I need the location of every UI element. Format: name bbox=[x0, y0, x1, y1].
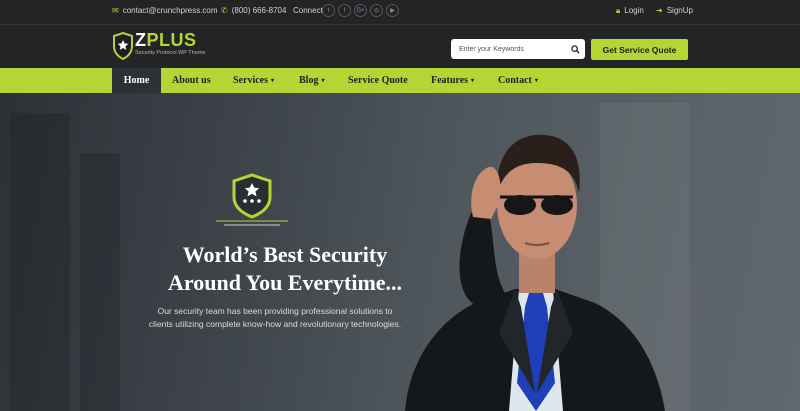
connect-text: Connect bbox=[293, 6, 323, 15]
chevron-down-icon: ▾ bbox=[321, 78, 325, 84]
search-button[interactable] bbox=[565, 39, 585, 59]
search-box bbox=[451, 39, 585, 59]
logo-z: Z bbox=[135, 30, 147, 50]
site-header: ZPLUS Security Protocol WP Theme Get Ser… bbox=[0, 24, 800, 68]
top-bar: ✉ contact@crunchpress.com ✆ (800) 666-87… bbox=[0, 0, 800, 24]
nav-label: Service Quote bbox=[348, 75, 408, 86]
nav-label: Blog bbox=[299, 75, 319, 86]
email-text: contact@crunchpress.com bbox=[122, 6, 218, 15]
login-text: Login bbox=[624, 6, 644, 15]
get-service-quote-button[interactable]: Get Service Quote bbox=[591, 39, 688, 60]
contact-phone[interactable]: ✆ (800) 666-8704 bbox=[221, 6, 286, 15]
security-guard-image bbox=[405, 134, 665, 411]
phone-icon: ✆ bbox=[221, 5, 228, 15]
logo-tagline: Security Protocol WP Theme bbox=[135, 50, 206, 56]
nav-item-features[interactable]: Features ▾ bbox=[431, 68, 474, 93]
search-input[interactable] bbox=[451, 39, 565, 59]
google-plus-icon[interactable]: G+ bbox=[354, 4, 367, 17]
nav-label: Services bbox=[233, 75, 268, 86]
logo-plus: PLUS bbox=[146, 30, 197, 50]
nav-item-service-quote[interactable]: Service Quote bbox=[348, 68, 408, 93]
nav-item-about-us[interactable]: About us bbox=[172, 68, 211, 93]
hero-banner: World’s Best Security Around You Everyti… bbox=[0, 93, 800, 411]
connect-label: Connect bbox=[293, 6, 323, 15]
nav-item-blog[interactable]: Blog ▾ bbox=[299, 68, 324, 93]
logo-wordmark[interactable]: ZPLUS bbox=[135, 30, 197, 51]
nav-label: Contact bbox=[498, 75, 532, 86]
signup-link[interactable]: ➜ SignUp bbox=[656, 6, 693, 15]
hero-subtitle: Our security team has been providing pro… bbox=[130, 305, 420, 331]
instagram-icon[interactable]: ◎ bbox=[370, 4, 383, 17]
signup-text: SignUp bbox=[666, 6, 693, 15]
youtube-icon[interactable]: ▶ bbox=[386, 4, 399, 17]
contact-email[interactable]: ✉ contact@crunchpress.com bbox=[112, 6, 218, 15]
nav-label: Features bbox=[431, 75, 469, 86]
twitter-icon[interactable]: t bbox=[322, 4, 335, 17]
shield-emblem-icon bbox=[216, 173, 288, 226]
chevron-down-icon: ▾ bbox=[471, 78, 475, 84]
login-link[interactable]: 🔒︎ Login bbox=[616, 6, 644, 15]
hero-subtitle-line: clients utilizing complete know-how and … bbox=[148, 319, 402, 329]
nav-item-home[interactable]: Home bbox=[112, 68, 161, 93]
envelope-icon: ✉ bbox=[112, 5, 119, 15]
nav-item-contact[interactable]: Contact ▾ bbox=[498, 68, 538, 93]
hero-subtitle-line: Our security team has been providing pro… bbox=[157, 306, 393, 316]
chevron-down-icon: ▾ bbox=[271, 78, 275, 84]
chevron-down-icon: ▾ bbox=[534, 78, 538, 84]
nav-item-services[interactable]: Services ▾ bbox=[233, 68, 274, 93]
social-links: t f G+ ◎ ▶ bbox=[322, 4, 399, 17]
facebook-icon[interactable]: f bbox=[338, 4, 351, 17]
phone-text: (800) 666-8704 bbox=[231, 6, 287, 15]
search-icon bbox=[570, 44, 580, 54]
nav-label: About us bbox=[172, 75, 211, 86]
lock-icon: 🔒︎ bbox=[616, 5, 621, 15]
background-building bbox=[10, 113, 70, 411]
main-nav: Home About us Services ▾ Blog ▾ Service … bbox=[0, 68, 800, 93]
sign-in-icon: ➜ bbox=[656, 5, 663, 15]
